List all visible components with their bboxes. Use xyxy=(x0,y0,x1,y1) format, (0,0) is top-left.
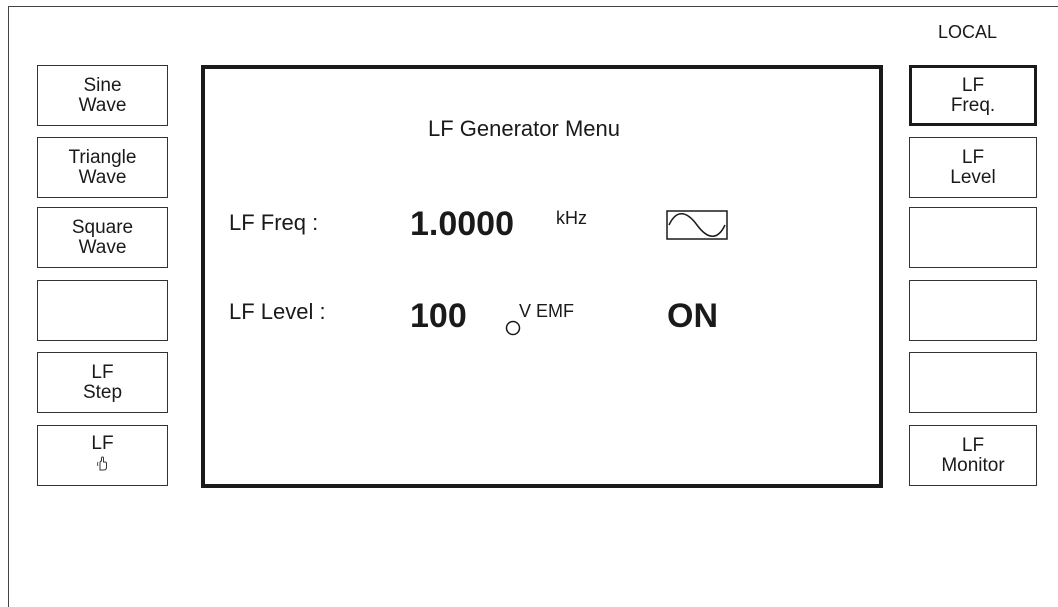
lf-output-state: ON xyxy=(667,297,718,335)
softkey-lf-monitor[interactable]: LF Monitor xyxy=(909,425,1037,486)
softkey-lf-level[interactable]: LF Level xyxy=(909,137,1037,198)
lf-freq-value: 1.0000 xyxy=(410,205,514,243)
softkey-label-line1: LF xyxy=(961,74,985,96)
lf-freq-label: LF Freq : xyxy=(229,210,319,235)
softkey-label-line2: Wave xyxy=(78,94,127,116)
display-screen: LF Generator Menu LF Freq : 1.0000 kHz L… xyxy=(201,65,883,488)
softkey-label-line2: Freq. xyxy=(950,94,996,116)
softkey-sine-wave[interactable]: Sine Wave xyxy=(37,65,168,126)
softkey-label-line1: LF xyxy=(91,361,114,383)
softkey-label-line1: Sine xyxy=(83,74,122,96)
sine-wave-icon xyxy=(666,210,728,240)
softkey-label-line2: Step xyxy=(82,381,123,403)
softkey-label-line2: Wave xyxy=(78,166,127,188)
lf-level-value: 100 xyxy=(410,297,467,335)
softkey-label-line1: Triangle xyxy=(68,146,137,168)
softkey-lf-step[interactable]: LF Step xyxy=(37,352,168,413)
lf-level-label: LF Level : xyxy=(229,299,326,324)
local-indicator: LOCAL xyxy=(938,22,998,42)
softkey-lf-fine-adjust[interactable]: LF xyxy=(37,425,168,486)
lf-level-unit: V EMF xyxy=(519,301,575,321)
softkey-label-line1: LF xyxy=(961,434,985,456)
softkey-triangle-wave[interactable]: Triangle Wave xyxy=(37,137,168,198)
softkey-label-line2: Monitor xyxy=(941,454,1005,476)
menu-title: LF Generator Menu xyxy=(428,116,620,141)
softkey-label-line2: Wave xyxy=(78,236,127,258)
softkey-blank-left-4[interactable] xyxy=(37,280,168,341)
softkey-square-wave[interactable]: Square Wave xyxy=(37,207,168,268)
softkey-blank-right-3[interactable] xyxy=(909,207,1037,268)
softkey-label-line2: Level xyxy=(950,166,996,188)
hand-pointer-icon xyxy=(96,456,107,471)
softkey-label-line1: LF xyxy=(91,433,114,454)
lf-freq-unit: kHz xyxy=(556,208,587,228)
softkey-blank-right-5[interactable] xyxy=(909,352,1037,413)
softkey-blank-right-4[interactable] xyxy=(909,280,1037,341)
softkey-label-line1: Square xyxy=(71,216,134,238)
softkey-label-line1: LF xyxy=(961,146,985,168)
softkey-lf-freq[interactable]: LF Freq. xyxy=(909,65,1037,126)
